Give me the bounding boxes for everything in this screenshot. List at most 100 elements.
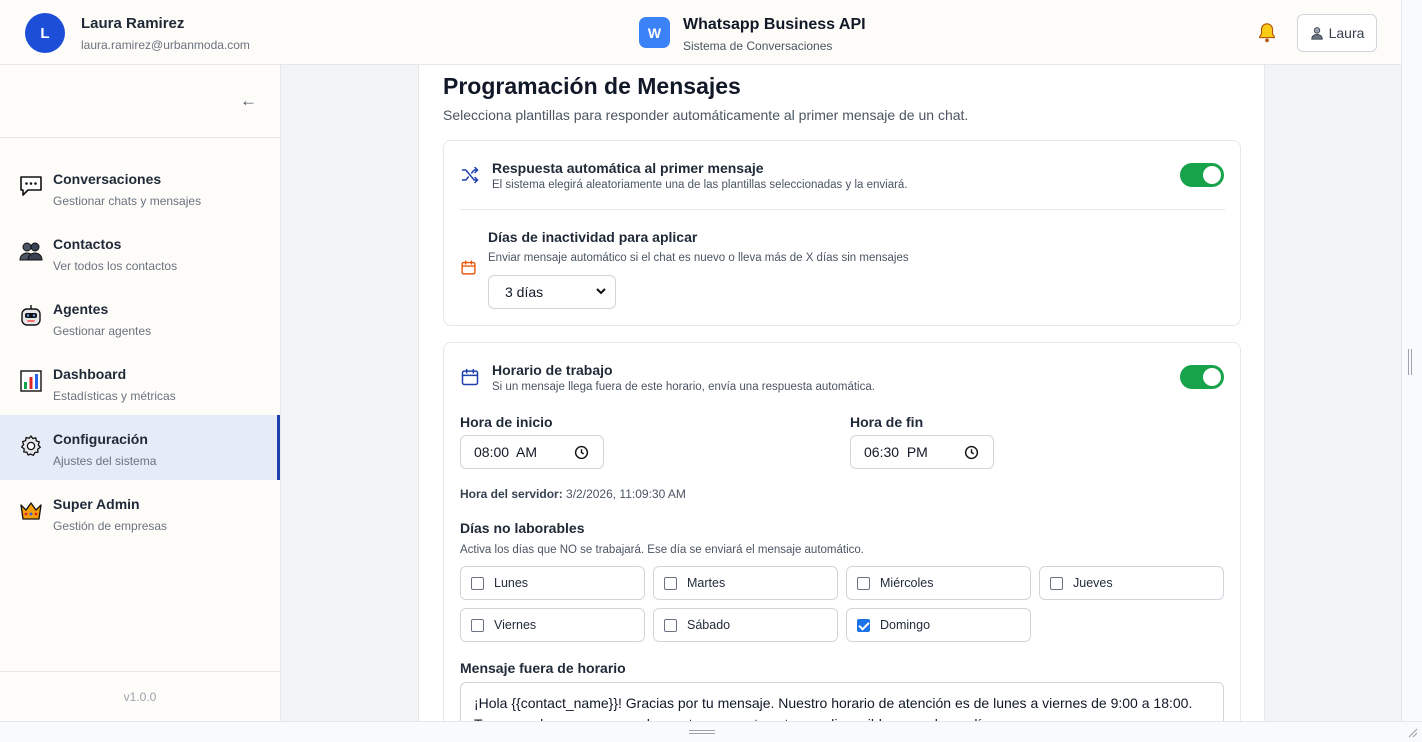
non-working-days-title: Días no laborables (460, 520, 585, 536)
sidebar-item-configuracion[interactable]: Configuración Ajustes del sistema (0, 415, 280, 480)
checkbox[interactable] (664, 576, 677, 590)
start-time-value: 08:00 AM (474, 444, 538, 460)
server-time-value: 3/2/2026, 11:09:30 AM (566, 487, 686, 501)
bar-chart-icon (18, 368, 44, 394)
app-title: Whatsapp Business API (683, 16, 866, 33)
work-hours-subtitle: Si un mensaje llega fuera de este horari… (492, 381, 875, 393)
day-label: Sábado (687, 618, 731, 632)
bottom-resize-edge (0, 721, 1422, 742)
sidebar-footer: v1.0.0 (0, 671, 280, 721)
sidebar-item-subtitle: Estadísticas y métricas (53, 389, 176, 403)
horizontal-resize-handle[interactable] (689, 730, 715, 734)
clock-icon[interactable] (964, 445, 979, 460)
calendar-icon (461, 368, 479, 386)
bell-icon[interactable] (1256, 22, 1278, 44)
day-checkbox-miercoles[interactable]: Miércoles (846, 566, 1031, 600)
work-hours-title: Horario de trabajo (492, 362, 613, 378)
day-checkbox-jueves[interactable]: Jueves (1039, 566, 1224, 600)
app-subtitle: Sistema de Conversaciones (683, 39, 833, 53)
divider (460, 209, 1225, 210)
user-icon (1310, 27, 1323, 40)
day-checkbox-lunes[interactable]: Lunes (460, 566, 645, 600)
sidebar-item-subtitle: Gestionar agentes (53, 324, 152, 338)
work-hours-panel: Horario de trabajo Si un mensaje llega f… (443, 342, 1241, 721)
shuffle-icon (461, 166, 479, 184)
off-hours-message-label: Mensaje fuera de horario (460, 660, 626, 676)
sidebar-item-subtitle: Ajustes del sistema (53, 454, 157, 468)
sidebar-item-title: Conversaciones (53, 171, 162, 187)
inactivity-days-value: 3 días (505, 284, 544, 300)
day-label: Lunes (494, 576, 529, 590)
checkbox[interactable] (1050, 576, 1063, 590)
checkbox[interactable] (664, 618, 677, 632)
collapse-sidebar-icon[interactable]: ← (240, 91, 257, 111)
user-avatar[interactable]: L (25, 13, 65, 53)
chevron-down-icon (596, 288, 606, 295)
server-time-label: Hora del servidor: (460, 487, 563, 501)
sidebar-item-title: Agentes (53, 301, 109, 317)
page-title: Programación de Mensajes (443, 73, 741, 99)
sidebar-item-contactos[interactable]: Contactos Ver todos los contactos (0, 220, 280, 285)
inactivity-subtitle: Enviar mensaje automático si el chat es … (488, 252, 909, 264)
sidebar-item-super-admin[interactable]: Super Admin Gestión de empresas (0, 480, 280, 545)
day-label: Domingo (880, 618, 931, 632)
corner-resize-icon[interactable] (1406, 726, 1418, 738)
top-header: L Laura Ramirez laura.ramirez@urbanmoda.… (0, 0, 1401, 65)
sidebar-item-dashboard[interactable]: Dashboard Estadísticas y métricas (0, 350, 280, 415)
end-time-input[interactable]: 06:30 PM (850, 435, 994, 469)
auto-reply-title: Respuesta automática al primer mensaje (492, 160, 764, 176)
checkbox[interactable] (471, 618, 484, 632)
gear-icon (18, 433, 44, 459)
day-label: Martes (687, 576, 726, 590)
checkbox[interactable] (471, 576, 484, 590)
day-checkbox-domingo[interactable]: Domingo (846, 608, 1031, 642)
vertical-resize-handle[interactable] (1408, 349, 1412, 375)
page-description: Selecciona plantillas para responder aut… (443, 107, 969, 123)
user-email: laura.ramirez@urbanmoda.com (81, 38, 250, 52)
auto-reply-subtitle: El sistema elegirá aleatoriamente una de… (492, 179, 908, 191)
sidebar-item-title: Dashboard (53, 366, 127, 382)
start-time-label: Hora de inicio (460, 414, 553, 430)
inactivity-days-select[interactable]: 3 días (488, 275, 616, 309)
user-menu-button[interactable]: Laura (1297, 14, 1377, 52)
people-icon (18, 238, 44, 264)
robot-icon (18, 303, 44, 329)
sidebar-item-title: Configuración (53, 431, 148, 447)
non-working-days-subtitle: Activa los días que NO se trabajará. Ese… (460, 544, 864, 556)
day-checkbox-sabado[interactable]: Sábado (653, 608, 838, 642)
settings-card: Programación de Mensajes Selecciona plan… (418, 65, 1265, 721)
work-hours-toggle[interactable] (1180, 365, 1224, 389)
user-menu-label: Laura (1328, 25, 1365, 41)
end-time-label: Hora de fin (850, 414, 924, 430)
auto-reply-panel: Respuesta automática al primer mensaje E… (443, 140, 1241, 326)
sidebar-item-title: Contactos (53, 236, 122, 252)
crown-icon (18, 498, 44, 524)
sidebar-collapse-row: ← (0, 65, 280, 138)
sidebar-item-subtitle: Ver todos los contactos (53, 259, 178, 273)
sidebar-item-subtitle: Gestionar chats y mensajes (53, 194, 202, 208)
day-label: Miércoles (880, 576, 934, 590)
sidebar-item-agentes[interactable]: Agentes Gestionar agentes (0, 285, 280, 350)
calendar-icon (461, 260, 476, 275)
clock-icon[interactable] (574, 445, 589, 460)
sidebar: ← Conversaciones Gestionar chats y mensa… (0, 65, 281, 721)
day-checkbox-martes[interactable]: Martes (653, 566, 838, 600)
sidebar-item-subtitle: Gestión de empresas (53, 519, 168, 533)
day-checkbox-viernes[interactable]: Viernes (460, 608, 645, 642)
end-time-value: 06:30 PM (864, 444, 928, 460)
auto-reply-toggle[interactable] (1180, 163, 1224, 187)
user-name: Laura Ramirez (81, 15, 185, 32)
checkbox[interactable] (857, 576, 870, 590)
inactivity-title: Días de inactividad para aplicar (488, 229, 698, 245)
day-label: Jueves (1073, 576, 1113, 590)
sidebar-item-conversaciones[interactable]: Conversaciones Gestionar chats y mensaje… (0, 155, 280, 220)
start-time-input[interactable]: 08:00 AM (460, 435, 604, 469)
day-label: Viernes (494, 618, 537, 632)
off-hours-message-textarea[interactable]: ¡Hola {{contact_name}}! Gracias por tu m… (460, 682, 1224, 721)
server-time: Hora del servidor: 3/2/2026, 11:09:30 AM (460, 487, 686, 501)
app-version: v1.0.0 (123, 690, 157, 704)
app-logo: W (639, 17, 670, 48)
speech-bubble-icon (18, 173, 44, 199)
checkbox-checked[interactable] (857, 618, 870, 632)
sidebar-item-title: Super Admin (53, 496, 140, 512)
